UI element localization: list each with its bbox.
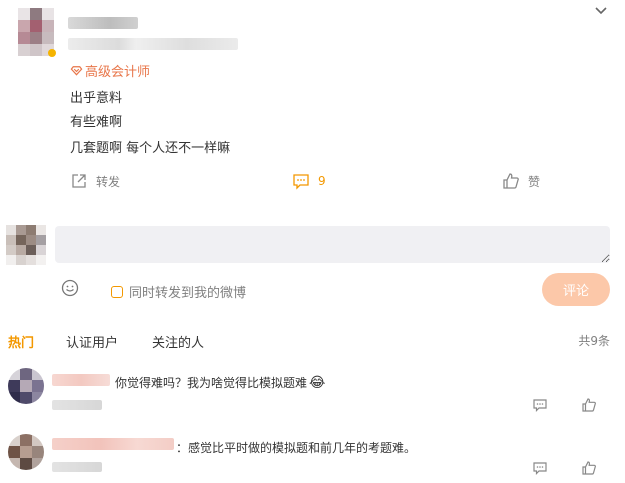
post-author-avatar[interactable]	[18, 8, 54, 56]
comment-body: 你觉得难吗？我为啥觉得比模拟题难	[115, 376, 308, 390]
tab-following[interactable]: 关注的人	[152, 332, 204, 351]
post-author-name[interactable]	[68, 17, 138, 29]
repost-button[interactable]: 转发	[70, 172, 120, 190]
comment-reply-icon[interactable]	[532, 397, 548, 413]
like-button[interactable]: 赞	[502, 172, 540, 190]
comment-author-name[interactable]	[52, 438, 174, 450]
post-text-line-1: 出乎意料	[70, 91, 123, 106]
comment-author-name[interactable]	[52, 374, 110, 386]
post-meta	[68, 38, 238, 50]
repost-label: 转发	[96, 174, 121, 189]
comment-total: 共9条	[578, 334, 610, 348]
comment-avatar[interactable]	[8, 434, 44, 470]
comment-timestamp	[52, 462, 102, 472]
comment-input[interactable]	[55, 226, 610, 263]
submit-comment-button[interactable]: 评论	[542, 273, 610, 306]
like-label: 赞	[528, 174, 541, 189]
chevron-down-icon[interactable]	[593, 4, 609, 18]
comment-text: 你觉得难吗？我为啥觉得比模拟题难 😂	[115, 374, 325, 391]
current-user-avatar[interactable]	[6, 225, 46, 265]
vip-dot	[48, 49, 56, 57]
comment-icon	[293, 174, 309, 190]
repost-icon	[72, 174, 86, 188]
tab-hot[interactable]: 热门	[8, 332, 34, 351]
checkbox-icon[interactable]	[111, 285, 123, 298]
vip-badge: 高级会计师	[70, 61, 150, 80]
comment-like-icon[interactable]	[581, 397, 597, 413]
comment-body: ：感觉比平时做的模拟题和前几年的考题难。	[176, 441, 417, 455]
badge-label: 高级会计师	[85, 65, 151, 80]
comment-text: ：感觉比平时做的模拟题和前几年的考题难。	[176, 439, 416, 456]
also-repost-label: 同时转发到我的微博	[129, 286, 247, 301]
emoji-icon[interactable]	[61, 279, 79, 297]
comment-count: 9	[318, 174, 326, 188]
post-text-line-3: 几套题啊 每个人还不一样嘛	[70, 141, 231, 156]
comment-timestamp	[52, 400, 102, 410]
tab-verified-users[interactable]: 认证用户	[66, 332, 118, 351]
post-text-line-2: 有些难啊	[70, 115, 123, 130]
comment-avatar[interactable]	[8, 368, 44, 404]
comment-button[interactable]: 9	[292, 172, 326, 190]
like-icon	[503, 173, 519, 189]
comment-like-icon[interactable]	[581, 460, 597, 476]
laugh-emoji-icon: 😂	[309, 374, 326, 391]
vip-badge-icon	[70, 66, 83, 76]
comment-reply-icon[interactable]	[532, 460, 548, 476]
also-repost-option[interactable]: 同时转发到我的微博	[111, 282, 246, 301]
